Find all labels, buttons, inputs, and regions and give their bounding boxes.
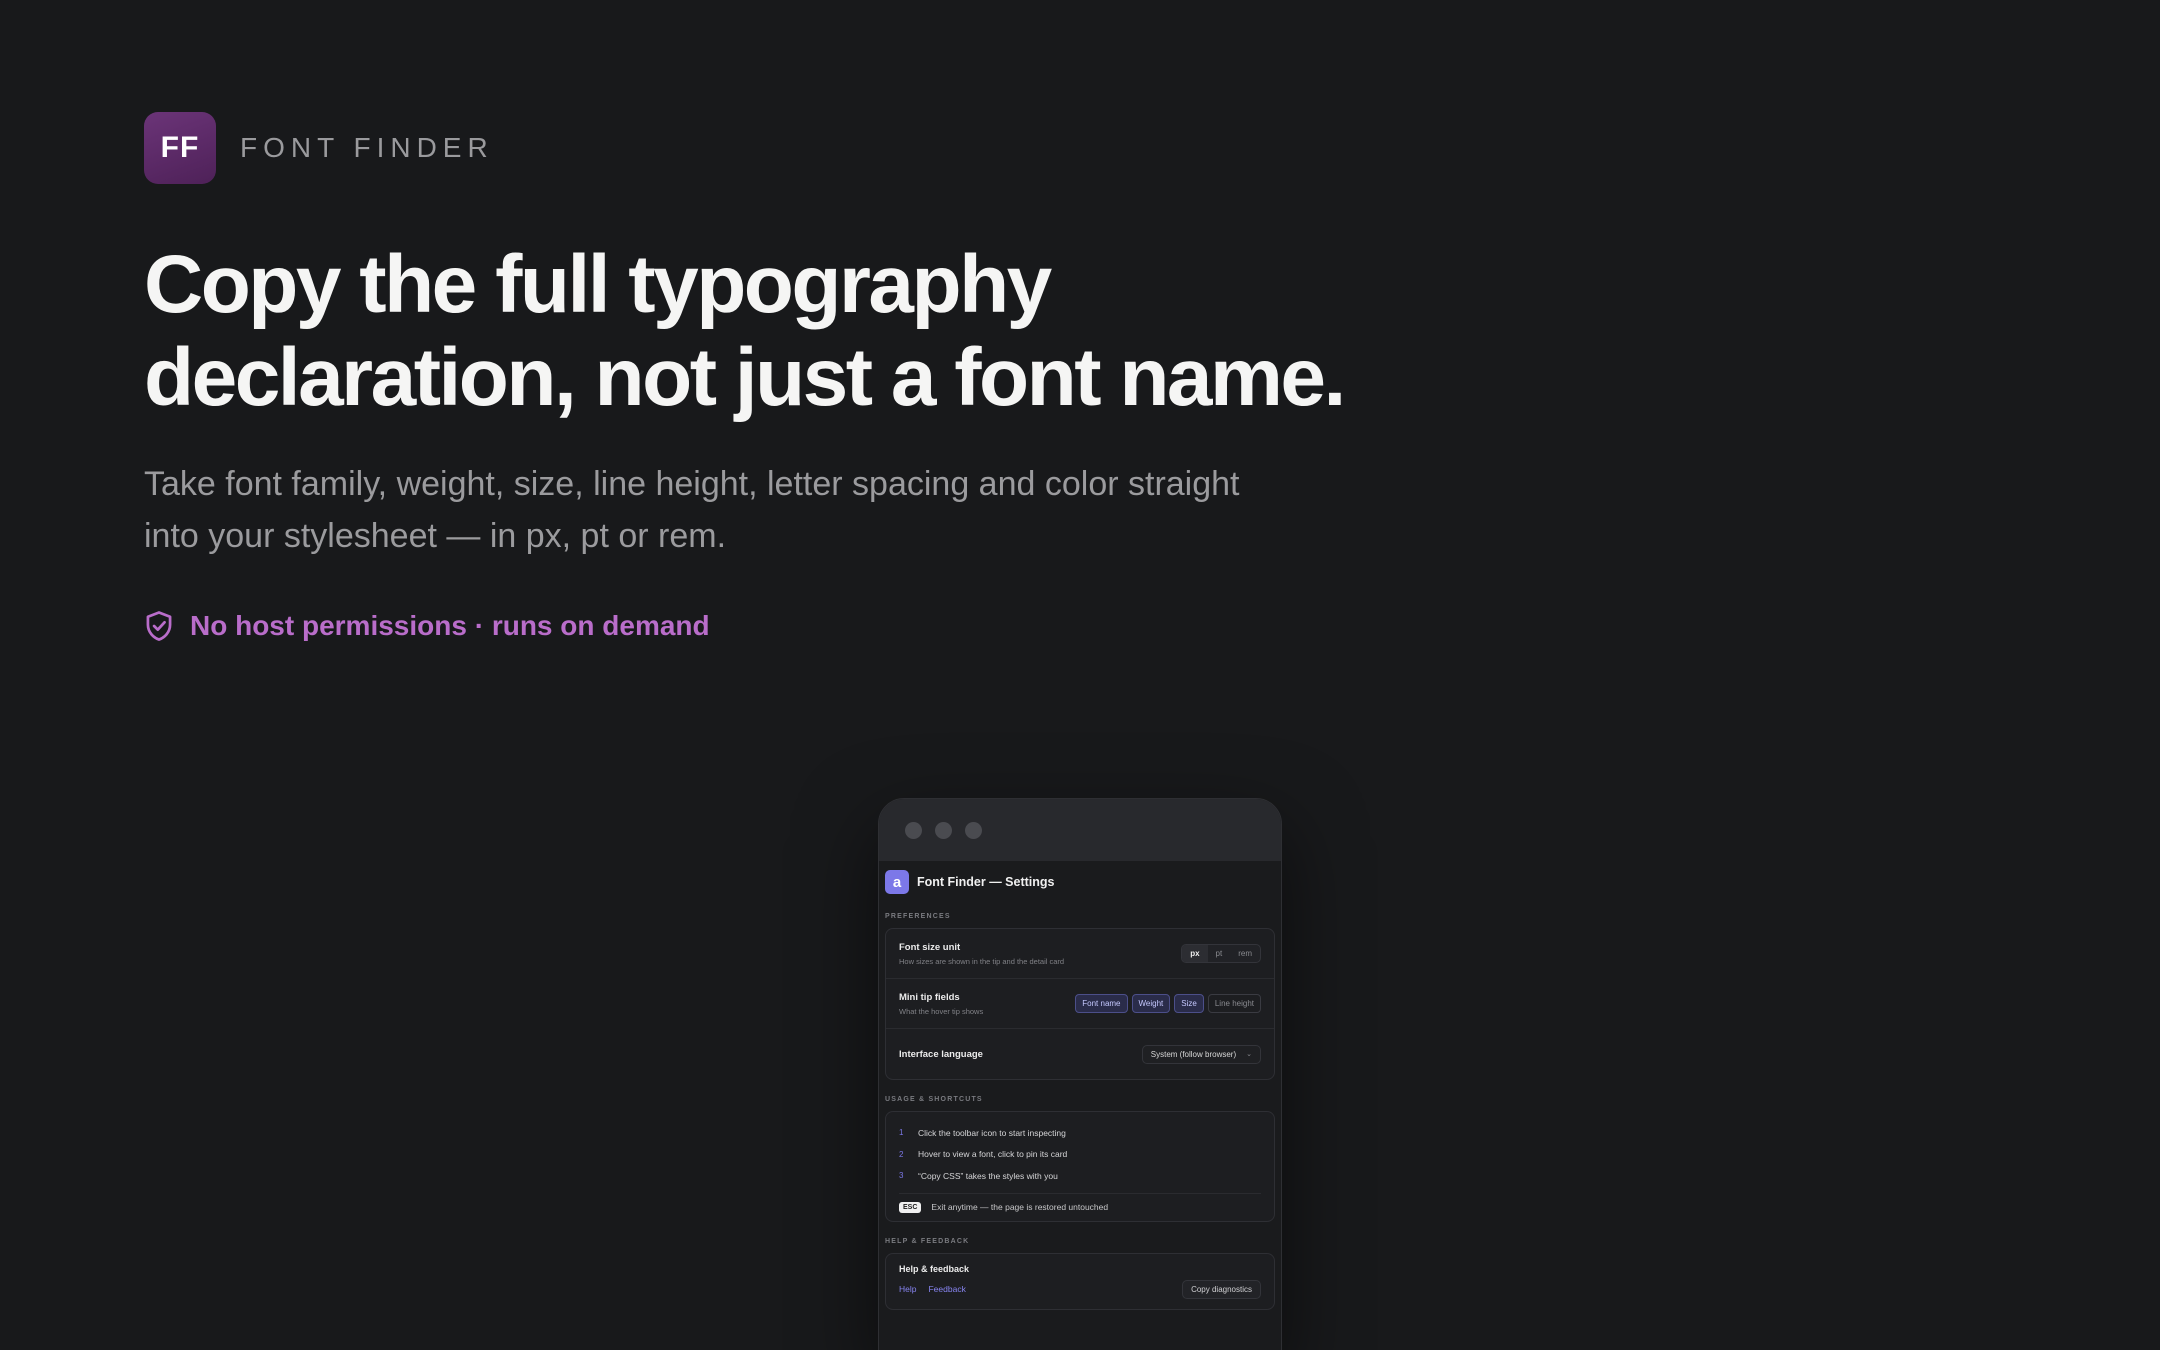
step-text: Hover to view a font, click to pin its c… — [918, 1149, 1068, 1160]
chevron-down-icon: ⌄ — [1246, 1051, 1252, 1058]
usage-card: 1 Click the toolbar icon to start inspec… — [885, 1111, 1275, 1222]
step-text: Click the toolbar icon to start inspecti… — [918, 1127, 1066, 1138]
window-titlebar — [879, 799, 1281, 861]
section-label-preferences: PREFERENCES — [885, 913, 951, 920]
window-minimize-dot[interactable] — [935, 821, 952, 839]
settings-window: a Font Finder — Settings PREFERENCES Fon… — [878, 798, 1282, 1350]
language-title: Interface language — [899, 1048, 983, 1060]
help-links: Help Feedback — [899, 1284, 966, 1294]
usage-step: 3 “Copy CSS” takes the styles with you — [899, 1165, 1261, 1187]
mini-tip-chips: Font name Weight Size Line height — [1075, 994, 1261, 1013]
shield-check-icon — [146, 611, 172, 641]
unit-option-pt[interactable]: pt — [1208, 945, 1231, 962]
esc-text: Exit anytime — the page is restored unto… — [931, 1202, 1109, 1212]
brand-name: FONT FINDER — [240, 132, 494, 163]
font-size-unit-row: Font size unit How sizes are shown in th… — [886, 929, 1274, 979]
esc-shortcut-row: ESC Exit anytime — the page is restored … — [899, 1192, 1261, 1213]
usage-step: 2 Hover to view a font, click to pin its… — [899, 1144, 1261, 1166]
badge-text: No host permissions · runs on demand — [190, 610, 710, 641]
section-label-help: HELP & FEEDBACK — [885, 1237, 970, 1245]
settings-app: a Font Finder — Settings PREFERENCES Fon… — [879, 861, 1281, 1314]
unit-option-px[interactable]: px — [1182, 945, 1208, 962]
headline-line-1: Copy the full typography — [144, 239, 1052, 330]
app-title: Font Finder — Settings — [917, 875, 1055, 889]
subtitle: Take font family, weight, size, line hei… — [144, 458, 1284, 562]
preferences-card: Font size unit How sizes are shown in th… — [885, 928, 1275, 1080]
unit-option-rem[interactable]: rem — [1230, 945, 1260, 962]
window-close-dot[interactable] — [905, 821, 922, 839]
help-title: Help & feedback — [899, 1263, 970, 1274]
subtitle-line-1: Take font family, weight, size, line hei… — [144, 465, 1240, 503]
subtitle-line-2: into your stylesheet — in px, pt or rem. — [144, 517, 727, 555]
step-number: 3 — [899, 1171, 904, 1181]
app-header: a Font Finder — Settings — [885, 867, 1275, 897]
step-text: “Copy CSS” takes the styles with you — [918, 1170, 1058, 1181]
font-size-unit-desc: How sizes are shown in the tip and the d… — [899, 956, 1065, 966]
language-row: Interface language System (follow browse… — [886, 1029, 1274, 1079]
usage-step: 1 Click the toolbar icon to start inspec… — [899, 1122, 1261, 1144]
brand: FF FONT FINDER — [144, 112, 494, 184]
chip-line-height[interactable]: Line height — [1207, 994, 1261, 1013]
section-label-usage: USAGE & SHORTCUTS — [885, 1096, 983, 1103]
headline: Copy the full typography declaration, no… — [144, 238, 1444, 424]
font-size-unit-title: Font size unit — [899, 941, 961, 953]
help-link[interactable]: Help — [899, 1284, 916, 1294]
mini-tip-desc: What the hover tip shows — [899, 1006, 984, 1016]
language-select-value: System (follow browser) — [1150, 1049, 1237, 1059]
headline-line-2: declaration, not just a font name. — [144, 332, 1346, 423]
help-card: Help & feedback Help Feedback Copy diagn… — [885, 1252, 1275, 1310]
step-number: 2 — [899, 1149, 904, 1159]
window-maximize-dot[interactable] — [965, 821, 982, 839]
chip-size[interactable]: Size — [1174, 994, 1204, 1013]
copy-diagnostics-button[interactable]: Copy diagnostics — [1182, 1279, 1261, 1299]
permissions-badge: No host permissions · runs on demand — [144, 610, 710, 642]
help-actions: Help Feedback Copy diagnostics — [899, 1279, 1261, 1299]
feedback-link[interactable]: Feedback — [928, 1284, 965, 1294]
chip-weight[interactable]: Weight — [1131, 994, 1171, 1013]
app-logo: a — [885, 870, 909, 894]
unit-segmented-control: px pt rem — [1181, 944, 1261, 963]
brand-logo: FF — [144, 112, 216, 184]
mini-tip-title: Mini tip fields — [899, 991, 960, 1003]
chip-font-name[interactable]: Font name — [1075, 994, 1128, 1013]
esc-key: ESC — [899, 1201, 922, 1213]
step-number: 1 — [899, 1128, 904, 1138]
language-select[interactable]: System (follow browser) ⌄ — [1141, 1044, 1261, 1064]
mini-tip-row: Mini tip fields What the hover tip shows… — [886, 979, 1274, 1029]
